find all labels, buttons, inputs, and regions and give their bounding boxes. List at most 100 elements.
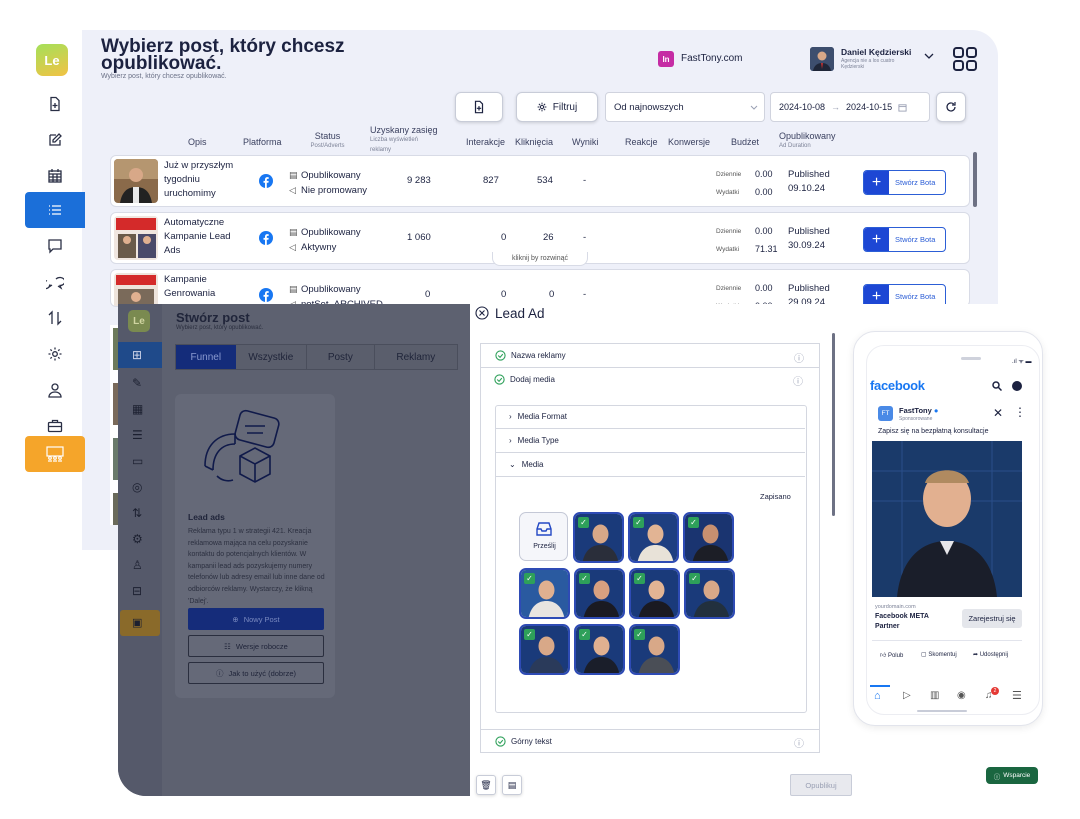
search-icon[interactable] <box>992 381 1002 391</box>
media-format-row[interactable]: › Media Format <box>495 405 805 429</box>
apps-grid-icon[interactable] <box>952 46 978 72</box>
media-thumbnail[interactable]: ✓ <box>628 512 679 563</box>
media-thumbnail[interactable]: ✓ <box>574 624 625 675</box>
howto-button[interactable]: ⓘ Jak to użyć (dobrze) <box>188 662 324 684</box>
media-row[interactable]: ⌄ Media <box>495 453 805 477</box>
document-icon: ▤ <box>289 170 298 180</box>
app-logo[interactable]: Le <box>128 310 150 332</box>
table-scrollbar[interactable] <box>973 152 977 207</box>
marketplace-icon[interactable]: ▥ <box>930 690 939 701</box>
date-range-picker[interactable]: 2024-10-08 → 2024-10-15 <box>770 92 930 122</box>
like-button[interactable]: 👍︎ Polub <box>880 651 903 659</box>
add-post-button[interactable] <box>455 92 503 122</box>
new-post-button[interactable]: ⊕ Nowy Post <box>188 608 324 630</box>
tab-posts[interactable]: Posty <box>307 345 375 369</box>
post-text: Zapisz się na bezpłatną konsultacje <box>878 428 989 435</box>
budget-values: 0.00 71.31 <box>755 222 778 258</box>
close-icon[interactable]: ✕ <box>993 406 1003 420</box>
lead-ads-card[interactable]: Lead ads Reklama typu 1 w strategii 421.… <box>175 394 335 698</box>
sidebar-item-team[interactable] <box>25 436 85 472</box>
table-row[interactable]: Kampanie Genrowania ▤ Opublikowany ◁ notSe… <box>110 269 970 307</box>
section-ad-name[interactable]: Nazwa reklamy ⓘ <box>480 343 820 368</box>
message-icon[interactable]: ▭ <box>132 454 143 468</box>
edit-icon[interactable]: ✎ <box>132 376 142 390</box>
home-icon[interactable]: ⌂ <box>874 690 881 702</box>
media-thumbnail[interactable]: ✓ <box>573 512 624 563</box>
tab-funnel[interactable]: Funnel <box>176 345 236 369</box>
modal-scrollbar[interactable] <box>832 333 835 516</box>
support-button[interactable]: ⓘ Wsparcie <box>986 767 1038 784</box>
check-circle-icon <box>495 735 506 747</box>
menu-icon[interactable]: ☰ <box>1012 689 1022 702</box>
create-bot-button[interactable]: + Stwórz Bota <box>863 227 946 252</box>
media-thumbnail[interactable]: ✓ <box>629 624 680 675</box>
page-badge: In <box>658 51 674 67</box>
delete-button[interactable]: 🗑 <box>476 775 496 795</box>
create-bot-button[interactable]: + Stwórz Bota <box>863 170 946 195</box>
chevron-down-icon[interactable] <box>924 52 934 60</box>
sidebar-item-new-post[interactable] <box>25 86 85 122</box>
sidebar-item-settings[interactable] <box>25 336 85 372</box>
lead-ads-illustration <box>195 406 285 496</box>
gear-icon[interactable]: ⚙ <box>132 532 143 546</box>
sidebar-item-posts[interactable] <box>25 192 85 228</box>
save-draft-button[interactable]: ▤ <box>502 775 522 795</box>
chevron-down-icon: ⌄ <box>509 460 516 469</box>
more-icon[interactable]: ⋮ <box>1014 406 1026 418</box>
app-logo[interactable]: Le <box>36 44 68 76</box>
sort-select[interactable]: Od najnowszych <box>605 92 765 122</box>
col-budzet: Budżet <box>731 137 760 147</box>
cta-button[interactable]: Zarejestruj się <box>962 609 1022 628</box>
section-top-text[interactable]: Górny tekst ⓘ <box>480 729 820 753</box>
help-icon[interactable]: ⓘ <box>794 735 804 750</box>
messenger-icon[interactable] <box>1012 381 1022 391</box>
refresh-button[interactable] <box>936 92 966 122</box>
check-icon: ✓ <box>634 629 645 640</box>
reach-value: 1 060 <box>407 232 431 243</box>
create-bot-label: Stwórz Bota <box>895 292 936 301</box>
howto-label: Jak to użyć (dobrze) <box>228 668 297 678</box>
close-icon[interactable] <box>475 306 489 320</box>
media-type-row[interactable]: › Media Type <box>495 429 805 453</box>
sidebar-item-calendar[interactable] <box>25 158 85 194</box>
media-thumbnail[interactable]: ✓ <box>684 568 735 619</box>
comment-button[interactable]: ▢ Skomentuj <box>921 651 957 658</box>
media-thumbnail[interactable]: ✓ <box>574 568 625 619</box>
chevron-right-icon: › <box>509 412 512 421</box>
briefcase-icon[interactable]: ⊟ <box>132 584 142 598</box>
help-icon[interactable]: ⓘ <box>794 350 804 365</box>
table-row[interactable]: Już w przyszłym tygodniu uruchomimy ▤ Opu… <box>110 155 970 207</box>
media-thumbnail[interactable]: ✓ <box>519 568 570 619</box>
publish-button[interactable]: Opublikuj <box>790 774 852 796</box>
filter-button[interactable]: Filtruj <box>516 92 598 122</box>
media-thumbnail[interactable]: ✓ <box>683 512 734 563</box>
avatar[interactable] <box>810 47 834 71</box>
video-icon[interactable]: ▷ <box>903 690 911 701</box>
megaphone-icon: ◁ <box>289 185 296 195</box>
groups-icon[interactable]: ◉ <box>957 690 966 701</box>
sidebar-item-messages[interactable] <box>25 228 85 264</box>
section-media-header[interactable]: Dodaj media ⓘ <box>480 367 820 392</box>
sidebar-item-profile[interactable] <box>25 372 85 408</box>
expand-hint[interactable]: kliknij by rozwinąć <box>492 252 588 266</box>
drafts-button[interactable]: ☷ Wersje robocze <box>188 635 324 657</box>
upload-button[interactable]: Prześlij <box>519 512 568 561</box>
tab-all[interactable]: Wszystkie <box>236 345 308 369</box>
sidebar-item-comments[interactable] <box>25 264 85 300</box>
share-button[interactable]: ➦ Udostępnij <box>973 651 1008 658</box>
media-thumbnail[interactable]: ✓ <box>629 568 680 619</box>
media-thumbnail[interactable]: ✓ <box>519 624 570 675</box>
calendar-icon[interactable]: ▦ <box>132 402 143 416</box>
sidebar-item-edit[interactable] <box>25 122 85 158</box>
page-name[interactable]: FastTony.com <box>681 53 743 64</box>
refresh-icon <box>946 102 956 112</box>
list-icon[interactable]: ☰ <box>132 428 143 442</box>
user-icon[interactable]: ♙ <box>132 558 143 572</box>
chat-bubbles-icon[interactable]: ◎ <box>132 480 142 494</box>
sidebar-item-sort[interactable] <box>25 300 85 336</box>
sort-arrows-icon[interactable]: ⇅ <box>132 506 142 520</box>
tab-ads[interactable]: Reklamy <box>375 345 457 369</box>
media-label: Media <box>521 460 544 469</box>
help-icon[interactable]: ⓘ <box>793 373 803 388</box>
new-post-label: Nowy Post <box>243 614 280 624</box>
